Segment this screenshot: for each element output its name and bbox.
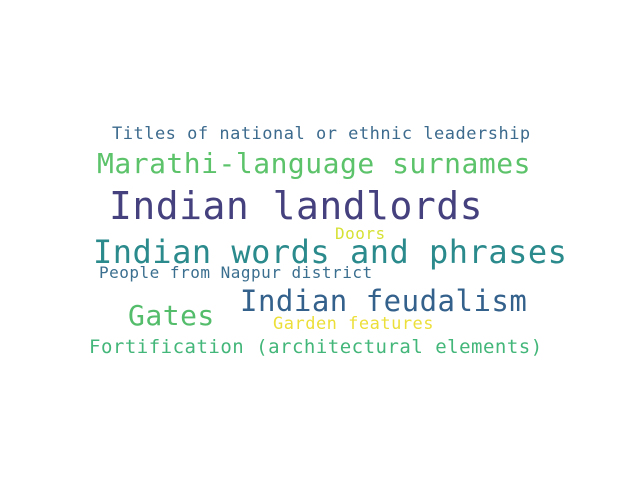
word-indian-feudalism: Indian feudalism — [240, 284, 528, 318]
word-fortification-architectural-elements: Fortification (architectural elements) — [89, 336, 543, 358]
word-indian-landlords: Indian landlords — [109, 184, 484, 228]
word-garden-features: Garden features — [273, 314, 435, 334]
word-people-from-nagpur-district: People from Nagpur district — [99, 263, 373, 282]
word-marathi-language-surnames: Marathi-language surnames — [97, 147, 531, 180]
word-titles-of-national-or-ethnic-leadership: Titles of national or ethnic leadership — [112, 124, 531, 144]
word-cloud: Titles of national or ethnic leadership … — [0, 0, 640, 480]
word-gates: Gates — [128, 299, 215, 332]
